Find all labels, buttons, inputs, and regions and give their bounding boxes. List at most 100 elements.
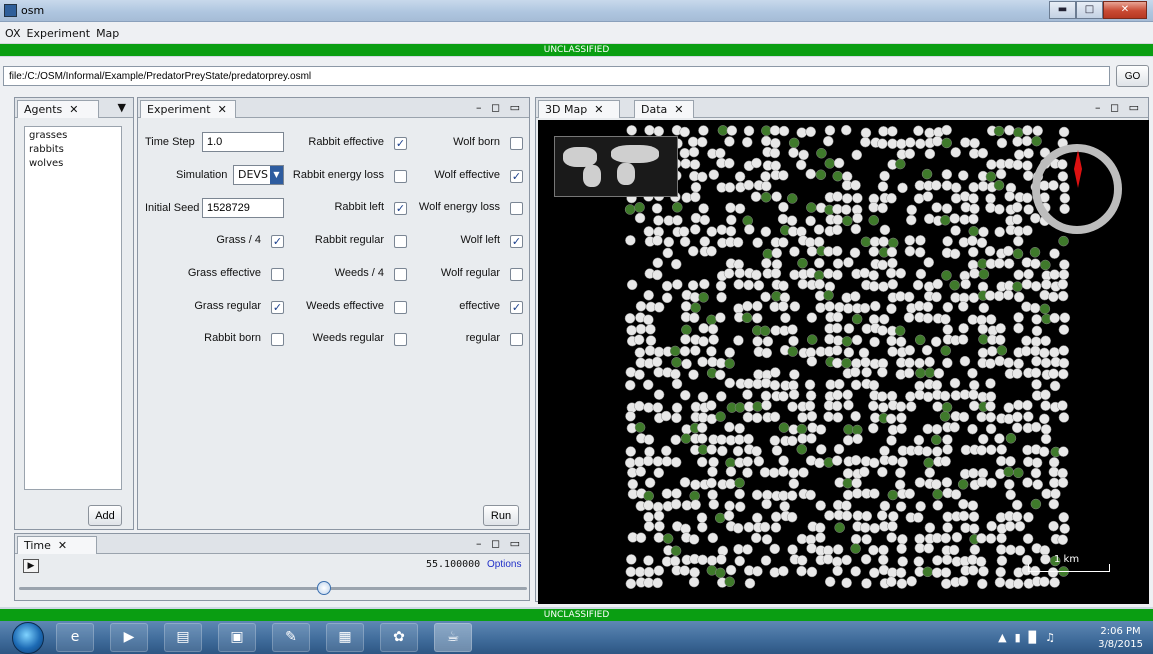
- checkbox-label: Rabbit born: [204, 332, 261, 345]
- run-button[interactable]: Run: [483, 505, 519, 526]
- menu-ox[interactable]: OX: [0, 22, 23, 40]
- tab-data[interactable]: Data ✕: [634, 100, 694, 118]
- list-item[interactable]: wolves: [25, 158, 121, 172]
- tab-data-label: Data: [641, 103, 668, 116]
- checkbox[interactable]: [394, 267, 407, 281]
- close-button[interactable]: ✕: [1103, 1, 1147, 19]
- checkbox[interactable]: ✓: [271, 300, 284, 314]
- menu-experiment[interactable]: Experiment: [23, 22, 93, 40]
- list-item[interactable]: grasses: [25, 130, 121, 144]
- close-icon[interactable]: ✕: [218, 103, 227, 116]
- checkbox-label: Grass regular: [194, 299, 261, 312]
- play-button[interactable]: ▶: [23, 559, 39, 573]
- tab-experiment[interactable]: Experiment ✕: [140, 100, 236, 118]
- checkbox-label: effective: [459, 299, 500, 312]
- time-tabbar: Time ✕ – ◻ ▭: [15, 534, 529, 554]
- checkbox-label: Weeds regular: [312, 332, 384, 345]
- map-tabbar: 3D Map ✕ Data ✕ – ◻ ▭: [536, 98, 1148, 118]
- checkbox[interactable]: [510, 137, 523, 150]
- checkbox-label: Wolf born: [453, 136, 500, 148]
- notes-icon[interactable]: ✎: [272, 623, 310, 652]
- checkbox[interactable]: ✓: [271, 235, 284, 249]
- media-player-icon[interactable]: ▶: [110, 623, 148, 652]
- chevron-down-icon[interactable]: ▼: [118, 101, 129, 114]
- time-options-link[interactable]: Options: [487, 559, 521, 570]
- checkbox[interactable]: [271, 267, 284, 281]
- windows-taskbar: e ▶ ▤ ▣ ✎ ▦ ✿ ☕ ▲▮▉♫ 2:06 PM 3/8/2015: [0, 621, 1153, 654]
- url-input[interactable]: [3, 66, 1110, 86]
- clock-time: 2:06 PM: [1100, 626, 1141, 637]
- checkbox[interactable]: [510, 333, 523, 347]
- checkbox[interactable]: ✓: [510, 235, 523, 249]
- clock-date: 3/8/2015: [1098, 639, 1143, 650]
- checkbox-label: Rabbit energy loss: [292, 168, 384, 181]
- java-app-icon[interactable]: ☕: [434, 623, 472, 652]
- time-step-input[interactable]: [202, 132, 284, 152]
- system-tray-icons[interactable]: ▲▮▉♫: [998, 631, 1063, 644]
- tab-agents-label: Agents: [24, 103, 63, 116]
- checkbox[interactable]: ✓: [510, 169, 523, 183]
- agents-panel: Agents ✕ ▼ grasses rabbits wolves Add: [14, 97, 134, 530]
- scale-bar: [1028, 564, 1110, 572]
- menu-map[interactable]: Map: [92, 22, 121, 40]
- play-icon: ▶: [27, 561, 35, 571]
- close-icon[interactable]: ✕: [674, 103, 683, 116]
- map-3d-canvas[interactable]: 1 km: [538, 120, 1149, 604]
- checkbox-label: Weeds / 4: [334, 266, 384, 279]
- simulation-select-value: DEVS: [238, 168, 268, 181]
- checkbox-label: Weeds effective: [306, 299, 384, 312]
- checkbox[interactable]: [394, 300, 407, 314]
- powerpoint-icon[interactable]: ▦: [326, 623, 364, 652]
- time-slider-track[interactable]: [19, 587, 527, 590]
- window-controls-icon[interactable]: – ◻ ▭: [476, 537, 523, 550]
- checkbox[interactable]: ✓: [394, 202, 407, 216]
- tab-3d-map[interactable]: 3D Map ✕: [538, 100, 620, 118]
- compass-icon[interactable]: [1032, 144, 1122, 234]
- checkbox-label: Wolf effective: [434, 168, 500, 181]
- checkbox[interactable]: [510, 267, 523, 281]
- checkbox-label: Grass effective: [187, 266, 261, 279]
- checkbox-label: Wolf regular: [440, 266, 500, 279]
- tab-time-label: Time: [24, 539, 51, 552]
- world-overview-minimap[interactable]: [554, 136, 678, 197]
- ie-icon[interactable]: e: [56, 623, 94, 652]
- list-item[interactable]: rabbits: [25, 144, 121, 158]
- experiment-panel: Experiment ✕ – ◻ ▭ Time Step Simulation D…: [137, 97, 530, 530]
- classification-banner-top: UNCLASSIFIED: [0, 44, 1153, 56]
- experiment-tabbar: Experiment ✕ – ◻ ▭: [138, 98, 529, 118]
- close-icon[interactable]: ✕: [594, 103, 603, 116]
- agents-list: grasses rabbits wolves: [24, 126, 122, 490]
- checkbox[interactable]: [394, 169, 407, 183]
- close-icon[interactable]: ✕: [58, 539, 67, 552]
- simulation-label: Simulation: [176, 169, 228, 181]
- checkbox-label: Rabbit effective: [308, 136, 384, 148]
- checkbox[interactable]: [271, 333, 284, 347]
- start-button[interactable]: [12, 622, 44, 654]
- menu-bar: OX Experiment Map: [0, 22, 1153, 44]
- tab-time[interactable]: Time ✕: [17, 536, 97, 554]
- time-slider-thumb[interactable]: [316, 581, 331, 595]
- url-row: GO: [0, 57, 1153, 92]
- clock[interactable]: 2:06 PM 3/8/2015: [1098, 625, 1143, 651]
- go-button[interactable]: GO: [1116, 65, 1149, 87]
- paint-icon[interactable]: ✿: [380, 623, 418, 652]
- initial-seed-input[interactable]: [202, 198, 284, 218]
- checkbox[interactable]: [394, 333, 407, 347]
- maximize-button[interactable]: □: [1076, 1, 1103, 19]
- checkbox-label: regular: [465, 332, 500, 345]
- workspace: Agents ✕ ▼ grasses rabbits wolves Add Exp…: [0, 92, 1153, 607]
- checkbox[interactable]: [394, 235, 407, 249]
- window-controls-icon[interactable]: – ◻ ▭: [1095, 101, 1142, 114]
- window-controls-icon[interactable]: – ◻ ▭: [476, 101, 523, 114]
- simulation-select[interactable]: DEVS ▼: [233, 165, 284, 185]
- close-icon[interactable]: ✕: [69, 103, 78, 116]
- checkbox[interactable]: ✓: [510, 300, 523, 314]
- time-panel: Time ✕ – ◻ ▭ ▶ 55.100000 Options: [14, 533, 530, 601]
- file-explorer-icon[interactable]: ▤: [164, 623, 202, 652]
- virtualbox-icon[interactable]: ▣: [218, 623, 256, 652]
- tab-agents[interactable]: Agents ✕: [17, 100, 99, 118]
- checkbox[interactable]: [510, 202, 523, 216]
- checkbox[interactable]: ✓: [394, 137, 407, 150]
- add-agent-button[interactable]: Add: [88, 505, 122, 526]
- minimize-button[interactable]: ▬: [1049, 1, 1076, 19]
